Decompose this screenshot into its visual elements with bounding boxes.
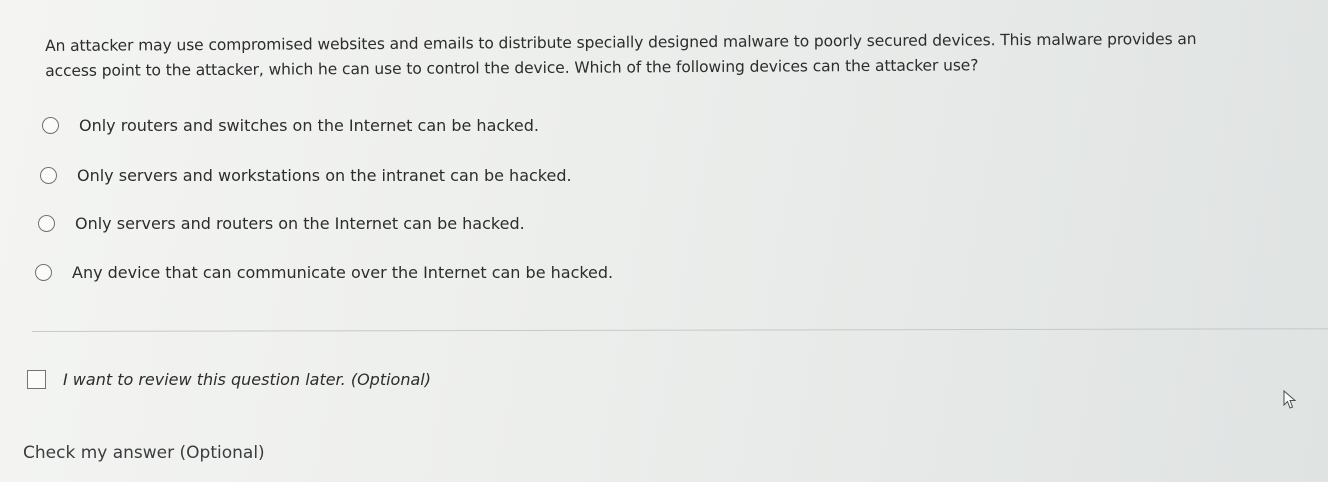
- mouse-pointer-icon: [1283, 390, 1297, 409]
- check-answer-link[interactable]: Check my answer (Optional): [23, 443, 265, 463]
- radio-button-icon[interactable]: [42, 117, 59, 134]
- answer-option-2-label: Only servers and workstations on the int…: [77, 166, 572, 185]
- checkbox-icon[interactable]: [27, 370, 46, 389]
- answer-option-1[interactable]: Only routers and switches on the Interne…: [42, 116, 539, 135]
- review-later-label: I want to review this question later. (O…: [63, 370, 431, 389]
- question-text: An attacker may use compromised websites…: [45, 26, 1315, 84]
- answer-option-4[interactable]: Any device that can communicate over the…: [35, 263, 613, 282]
- review-later-checkbox[interactable]: I want to review this question later. (O…: [27, 370, 431, 389]
- answer-option-3[interactable]: Only servers and routers on the Internet…: [38, 214, 525, 233]
- radio-button-icon[interactable]: [40, 167, 57, 184]
- answer-option-4-label: Any device that can communicate over the…: [72, 263, 614, 282]
- answer-option-2[interactable]: Only servers and workstations on the int…: [40, 166, 572, 185]
- radio-button-icon[interactable]: [38, 215, 55, 232]
- answer-option-1-label: Only routers and switches on the Interne…: [79, 116, 539, 135]
- answer-option-3-label: Only servers and routers on the Internet…: [75, 214, 525, 233]
- section-divider: [31, 328, 1328, 332]
- radio-button-icon[interactable]: [35, 264, 52, 281]
